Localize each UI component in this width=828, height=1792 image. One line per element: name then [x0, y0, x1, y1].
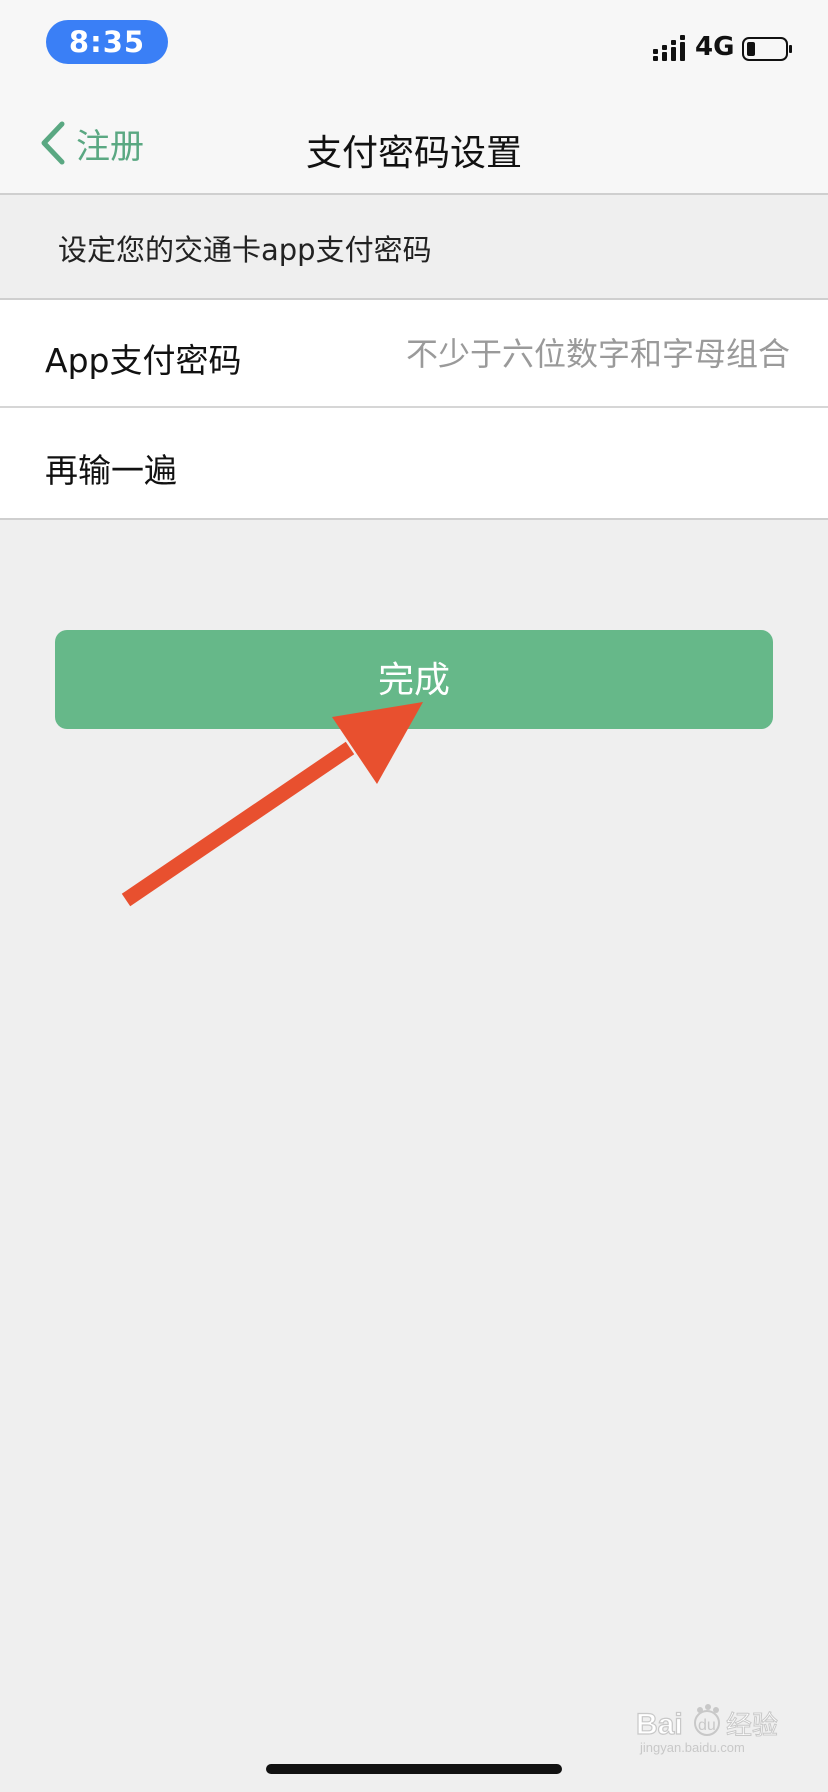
hint-text: 设定您的交通卡app支付密码 — [58, 233, 432, 267]
status-time: 8:35 — [46, 20, 168, 64]
status-bar: 8:35 4G — [0, 0, 828, 88]
svg-text:经验: 经验 — [726, 1711, 778, 1741]
password-form: App支付密码 再输一遍 — [0, 298, 828, 520]
baidu-jingyan-watermark: Bai du 经验 jingyan.baidu.com — [635, 1704, 779, 1755]
hint-section: 设定您的交通卡app支付密码 — [0, 197, 828, 298]
password-label: App支付密码 — [45, 341, 242, 380]
navigation-bar: 注册 支付密码设置 — [0, 88, 828, 195]
confirm-password-input[interactable] — [320, 434, 790, 494]
svg-text:jingyan.baidu.com: jingyan.baidu.com — [639, 1740, 745, 1755]
network-type-label: 4G — [695, 32, 735, 62]
signal-bars-icon — [653, 35, 685, 61]
password-field-row: App支付密码 — [0, 300, 828, 408]
page-title: 支付密码设置 — [305, 133, 522, 174]
done-button[interactable]: 完成 — [55, 630, 773, 729]
home-indicator[interactable] — [266, 1764, 562, 1774]
svg-text:du: du — [698, 1717, 716, 1734]
password-input[interactable] — [320, 324, 790, 384]
confirm-password-label: 再输一遍 — [45, 451, 177, 490]
battery-low-icon — [742, 37, 792, 61]
app-screen: 8:35 4G 注册 支付密码设置 设定您的交通卡app支付密码 App支付密码… — [0, 0, 828, 1792]
svg-text:Bai: Bai — [636, 1708, 683, 1741]
confirm-password-field-row: 再输一遍 — [0, 410, 828, 518]
